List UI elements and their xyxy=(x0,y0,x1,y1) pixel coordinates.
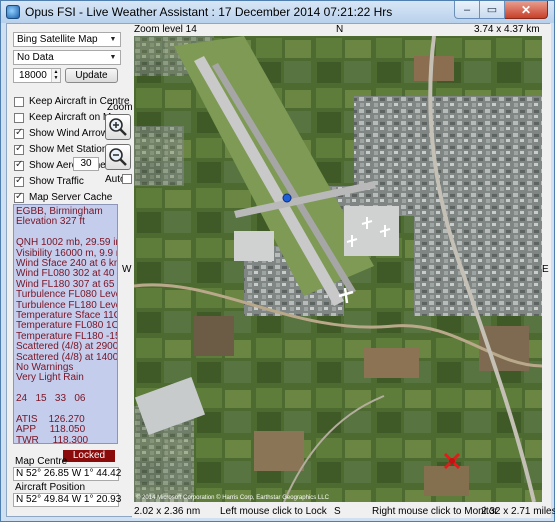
checkbox-row[interactable]: Show Met Stations xyxy=(14,143,112,156)
map-type-select[interactable]: Bing Satellite Map ▼ xyxy=(13,32,121,47)
checkbox-label: Show Traffic xyxy=(29,176,84,187)
checkbox-label: Map Server Cache xyxy=(29,192,113,203)
chevron-down-icon: ▼ xyxy=(109,36,117,43)
north-label: N xyxy=(336,24,344,35)
close-button[interactable]: ✕ xyxy=(505,1,548,19)
checkbox[interactable] xyxy=(14,191,24,203)
map-imagery xyxy=(134,36,542,502)
zoom-in-icon xyxy=(109,118,127,136)
altitude-value: 18000 xyxy=(19,70,47,81)
left-click-hint: Left mouse click to Lock xyxy=(220,506,327,517)
map-footer: 2.02 x 2.36 nm Left mouse click to Lock … xyxy=(132,504,555,518)
title-bar[interactable]: Opus FSI - Live Weather Assistant : 17 D… xyxy=(1,1,554,23)
data-source-value: No Data xyxy=(17,52,54,63)
weather-line: 24 15 33 06 xyxy=(16,393,86,405)
map-centre-field[interactable]: N 52° 26.85 W 1° 44.42 xyxy=(13,467,121,481)
checkbox[interactable] xyxy=(14,143,24,155)
map-size-miles: 2.32 x 2.71 miles xyxy=(481,506,555,517)
data-source-select[interactable]: No Data ▼ xyxy=(13,50,121,65)
map-area: Zoom level 14 N 3.74 x 4.37 km W E © 201… xyxy=(122,24,555,518)
aircraft-position-field[interactable]: N 52° 49.84 W 1° 20.93 xyxy=(13,493,121,507)
map-size-km: 3.74 x 4.37 km xyxy=(474,24,540,35)
weather-line: Very Light Rain xyxy=(16,372,84,384)
checkbox-row[interactable]: Show Wind Arrows xyxy=(14,127,113,140)
maximize-button[interactable]: ▭ xyxy=(480,1,505,19)
altitude-spinner[interactable]: 18000 ▲ ▼ xyxy=(13,68,61,83)
traffic-count-field[interactable]: 30 xyxy=(73,157,99,171)
zoom-out-button[interactable] xyxy=(105,144,131,170)
checkbox-row[interactable]: Show Traffic xyxy=(14,175,84,188)
locked-indicator[interactable]: Locked xyxy=(63,450,115,462)
window-controls: – ▭ ✕ xyxy=(454,1,548,19)
checkbox[interactable] xyxy=(14,96,24,107)
map-centre-label: Map Centre xyxy=(15,456,68,467)
map-type-value: Bing Satellite Map xyxy=(17,34,98,45)
checkbox-row[interactable]: Map Server Cache xyxy=(14,191,112,204)
window-title: Opus FSI - Live Weather Assistant : 17 D… xyxy=(25,5,393,19)
aircraft-pin-icon[interactable] xyxy=(282,193,292,203)
app-window: Opus FSI - Live Weather Assistant : 17 D… xyxy=(0,0,555,522)
zoom-level-text: Zoom level 14 xyxy=(134,24,197,35)
update-button[interactable]: Update xyxy=(65,68,118,83)
east-label: E xyxy=(542,264,549,275)
globe-icon xyxy=(6,5,20,19)
map-header: Zoom level 14 N 3.74 x 4.37 km xyxy=(132,24,551,35)
weather-line: TWR 118.300 xyxy=(16,434,89,444)
zoom-out-icon xyxy=(109,148,127,166)
zoom-label: Zoom xyxy=(107,102,133,113)
satellite-map[interactable]: © 2014 Microsoft Corporation © Harris Co… xyxy=(134,36,542,502)
checkbox-label: Show Wind Arrows xyxy=(29,128,113,139)
map-copyright: © 2014 Microsoft Corporation © Harris Co… xyxy=(136,495,329,501)
checkbox[interactable] xyxy=(14,159,24,171)
client-area: Bing Satellite Map ▼ No Data ▼ 18000 ▲ ▼ … xyxy=(6,23,555,518)
checkbox[interactable] xyxy=(14,127,24,139)
minimize-button[interactable]: – xyxy=(454,1,480,19)
checkbox[interactable] xyxy=(14,112,24,123)
spinner-arrows-icon[interactable]: ▲ ▼ xyxy=(51,69,60,82)
control-panel: Bing Satellite Map ▼ No Data ▼ 18000 ▲ ▼ … xyxy=(7,24,133,518)
checkbox-label: Show Met Stations xyxy=(29,144,113,155)
aircraft-position-label: Aircraft Position xyxy=(15,482,86,493)
weather-line: Elevation 327 ft xyxy=(16,216,85,228)
map-size-nm: 2.02 x 2.36 nm xyxy=(134,506,201,517)
south-label: S xyxy=(334,506,341,517)
right-click-hint: Right mouse click to Monitor xyxy=(372,506,498,517)
zoom-in-button[interactable] xyxy=(105,114,131,140)
west-label: W xyxy=(122,264,132,275)
checkbox[interactable] xyxy=(14,175,24,187)
auto-checkbox[interactable] xyxy=(122,174,132,184)
chevron-down-icon: ▼ xyxy=(109,54,117,61)
weather-report: EGBB, Birmingham Elevation 327 ft QNH 1002… xyxy=(13,204,118,444)
